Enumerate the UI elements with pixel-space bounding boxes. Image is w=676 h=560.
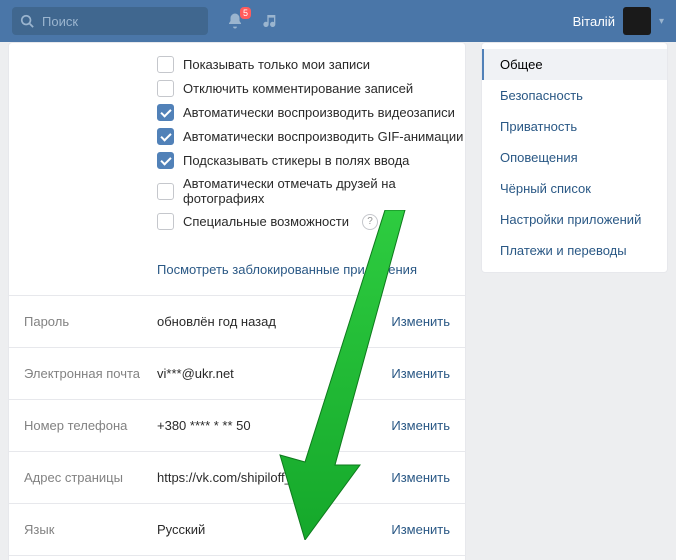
row-password: Пароль обновлён год назад Изменить xyxy=(9,295,465,347)
chk-tag-friends[interactable]: Автоматически отмечать друзей на фотогра… xyxy=(157,176,465,206)
search-box[interactable] xyxy=(12,7,208,35)
chk-disable-comments[interactable]: Отключить комментирование записей xyxy=(157,80,465,97)
notif-badge: 5 xyxy=(240,7,251,19)
help-icon[interactable]: ? xyxy=(362,214,378,230)
side-privacy[interactable]: Приватность xyxy=(482,111,667,142)
change-password[interactable]: Изменить xyxy=(391,314,450,329)
topbar: 5 Віталій ▾ xyxy=(0,0,676,42)
chk-autoplay-video[interactable]: Автоматически воспроизводить видеозаписи xyxy=(157,104,465,121)
change-email[interactable]: Изменить xyxy=(391,366,450,381)
user-menu[interactable]: Віталій ▾ xyxy=(573,7,664,35)
username: Віталій xyxy=(573,14,615,29)
chk-autoplay-gif[interactable]: Автоматически воспроизводить GIF-анимаци… xyxy=(157,128,465,145)
chk-stickers[interactable]: Подсказывать стикеры в полях ввода xyxy=(157,152,465,169)
row-phone: Номер телефона +380 **** * ** 50 Изменит… xyxy=(9,399,465,451)
side-notifications[interactable]: Оповещения xyxy=(482,142,667,173)
chevron-down-icon: ▾ xyxy=(659,16,664,27)
music-icon[interactable] xyxy=(262,13,278,29)
change-url[interactable]: Изменить xyxy=(391,470,450,485)
chk-own-posts[interactable]: Показывать только мои записи xyxy=(157,56,465,73)
avatar xyxy=(623,7,651,35)
row-language: Язык Русский Изменить xyxy=(9,503,465,555)
value-url: https://vk.com/shipiloff_vitalik xyxy=(157,470,391,485)
change-language[interactable]: Изменить xyxy=(391,522,450,537)
label-language: Язык xyxy=(24,522,157,537)
value-language: Русский xyxy=(157,522,391,537)
value-phone: +380 **** * ** 50 xyxy=(157,418,391,433)
label-password: Пароль xyxy=(24,314,157,329)
value-email: vi***@ukr.net xyxy=(157,366,391,381)
search-input[interactable] xyxy=(40,13,164,30)
settings-panel: Показывать только мои записи Отключить к… xyxy=(8,42,466,560)
delete-footer: Вы можете удалить свою страницу. xyxy=(9,555,465,560)
blocked-apps-link[interactable]: Посмотреть заблокированные приложения xyxy=(157,262,417,277)
side-payments[interactable]: Платежи и переводы xyxy=(482,235,667,266)
side-security[interactable]: Безопасность xyxy=(482,80,667,111)
label-email: Электронная почта xyxy=(24,366,157,381)
side-general[interactable]: Общее xyxy=(482,49,667,80)
row-url: Адрес страницы https://vk.com/shipiloff_… xyxy=(9,451,465,503)
settings-sidebar: Общее Безопасность Приватность Оповещени… xyxy=(481,42,668,273)
change-phone[interactable]: Изменить xyxy=(391,418,450,433)
label-phone: Номер телефона xyxy=(24,418,157,433)
notifications-icon[interactable]: 5 xyxy=(226,12,244,30)
row-email: Электронная почта vi***@ukr.net Изменить xyxy=(9,347,465,399)
value-password: обновлён год назад xyxy=(157,314,391,329)
side-blacklist[interactable]: Чёрный список xyxy=(482,173,667,204)
chk-accessibility[interactable]: Специальные возможности? xyxy=(157,213,465,230)
general-checkboxes: Показывать только мои записи Отключить к… xyxy=(9,43,465,251)
side-apps[interactable]: Настройки приложений xyxy=(482,204,667,235)
search-icon xyxy=(20,14,34,28)
label-url: Адрес страницы xyxy=(24,470,157,485)
